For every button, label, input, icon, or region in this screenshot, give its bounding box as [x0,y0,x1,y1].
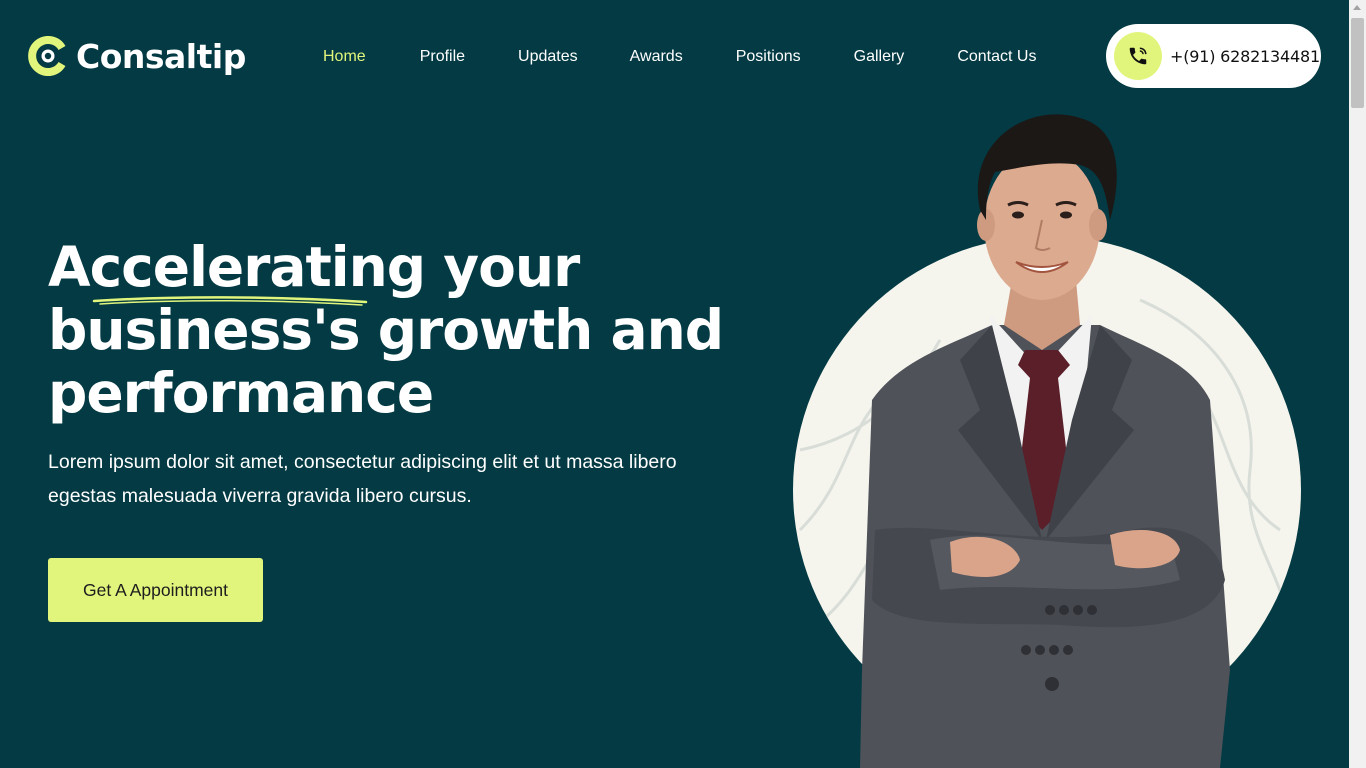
brand-logo[interactable]: Consaltip [28,34,246,78]
nav-item-gallery[interactable]: Gallery [854,46,905,68]
nav-item-profile[interactable]: Profile [420,46,465,68]
phone-contact-button[interactable]: +(91) 6282134481 [1106,24,1321,88]
nav-item-contact-us[interactable]: Contact Us [957,46,1036,68]
hero-title: Accelerating your business's growth and … [48,236,728,425]
main-nav: Home Profile Updates Awards Positions Ga… [323,46,1036,68]
site-header: Consaltip Home Profile Updates Awards Po… [0,0,1349,112]
phone-icon-badge [1114,32,1162,80]
hero-title-line-3: performance [48,361,434,425]
phone-number: +(91) 6282134481 [1170,46,1320,66]
brand-name: Consaltip [76,36,246,76]
vertical-scrollbar[interactable] [1349,0,1366,768]
nav-item-home[interactable]: Home [323,46,366,68]
phone-call-icon [1129,47,1147,65]
logo-mark-icon [28,36,66,76]
nav-item-awards[interactable]: Awards [630,46,683,68]
scroll-up-arrow-icon[interactable] [1353,5,1361,10]
title-underline-stroke [92,296,368,306]
get-appointment-button[interactable]: Get A Appointment [48,558,263,622]
scrollbar-thumb[interactable] [1351,18,1364,108]
hero-description: Lorem ipsum dolor sit amet, consectetur … [48,451,677,507]
nav-item-updates[interactable]: Updates [518,46,578,68]
consultant-portrait-image [793,114,1301,768]
nav-item-positions[interactable]: Positions [736,46,801,68]
hero-title-line-1: Accelerating your [48,235,580,299]
